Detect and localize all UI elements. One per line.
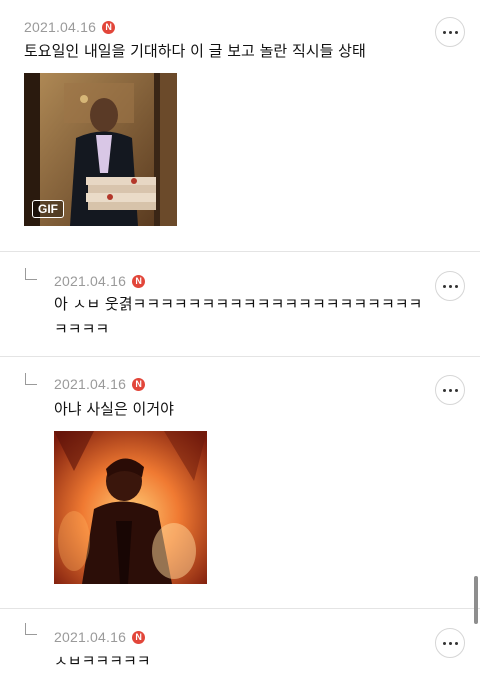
reply-item: 2021.04.16 N 아 ㅅㅂ 웃겱ㅋㅋㅋㅋㅋㅋㅋㅋㅋㅋㅋㅋㅋㅋㅋㅋㅋㅋㅋㅋ… — [0, 252, 480, 356]
comment-text: 아 ㅅㅂ 웃겱ㅋㅋㅋㅋㅋㅋㅋㅋㅋㅋㅋㅋㅋㅋㅋㅋㅋㅋㅋㅋㅋㅋㅋㅋㅋ — [54, 295, 423, 338]
comment-meta: 2021.04.16 N — [54, 272, 146, 290]
new-badge: N — [132, 274, 146, 288]
comment-date: 2021.04.16 — [54, 273, 127, 289]
reply-item: 2021.04.16 N 아냐 사실은 이거야 — [0, 357, 480, 608]
comment-date: 2021.04.16 — [54, 376, 127, 392]
reply-arrow-icon — [25, 373, 37, 385]
gif-attachment[interactable]: GIF — [24, 73, 177, 226]
more-dots-icon — [442, 30, 446, 34]
reply-arrow-icon — [25, 623, 37, 635]
comment-meta: 2021.04.16 N — [54, 375, 146, 393]
comment-text: 토요일인 내일을 기대하다 이 글 보고 놀란 직시들 상태 — [24, 42, 366, 60]
comment-meta: 2021.04.16 N — [24, 18, 116, 36]
gif-badge: GIF — [32, 200, 64, 218]
new-badge: N — [132, 377, 146, 391]
more-dots-icon — [442, 641, 446, 645]
comment-text: ㅅㅂㅋㅋㅋㅋㅋ — [54, 652, 151, 670]
more-dots-icon — [442, 284, 446, 288]
image-attachment[interactable] — [54, 431, 207, 584]
man-in-flames-image — [54, 431, 207, 584]
reply-item: 2021.04.16 N ㅅㅂㅋㅋㅋㅋㅋ — [0, 609, 480, 682]
comment-date: 2021.04.16 — [24, 19, 97, 35]
comment-meta: 2021.04.16 N — [54, 628, 146, 646]
new-badge: N — [132, 630, 146, 644]
comment-date: 2021.04.16 — [54, 629, 127, 645]
more-dots-icon — [442, 388, 446, 392]
more-options-button[interactable] — [435, 271, 465, 301]
comment-text: 아냐 사실은 이거야 — [54, 400, 174, 418]
more-options-button[interactable] — [435, 17, 465, 47]
more-options-button[interactable] — [435, 375, 465, 405]
scrollbar[interactable] — [474, 576, 478, 624]
more-options-button[interactable] — [435, 628, 465, 658]
reply-arrow-icon — [25, 268, 37, 280]
comment-item: 2021.04.16 N 토요일인 내일을 기대하다 이 글 보고 놀란 직시들… — [0, 0, 480, 251]
new-badge: N — [102, 20, 116, 34]
